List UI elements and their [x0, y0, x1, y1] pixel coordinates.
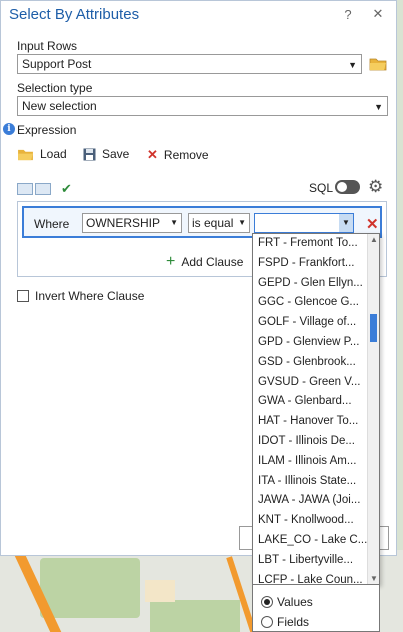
dropdown-item[interactable]: GSD - Glenbrook... — [253, 353, 367, 373]
load-label: Load — [40, 147, 67, 161]
invert-where-checkbox[interactable] — [17, 290, 29, 302]
folder-browse-icon[interactable] — [369, 57, 387, 71]
fields-radio[interactable] — [261, 616, 273, 628]
dropdown-item[interactable]: GGC - Glencoe G... — [253, 293, 367, 313]
scroll-down-icon[interactable]: ▼ — [370, 574, 378, 583]
dropdown-item[interactable]: ITA - Illinois State... — [253, 472, 367, 492]
dropdown-item[interactable]: LCFP - Lake Coun... — [253, 571, 367, 584]
selection-type-label: Selection type — [17, 81, 93, 95]
dropdown-item[interactable]: KNT - Knollwood... — [253, 511, 367, 531]
sql-label: SQL — [309, 181, 334, 195]
remove-x-icon: ✕ — [147, 147, 158, 162]
value-dropdown-list[interactable]: FRT - Fremont To... FSPD - Frankfort... GE… — [252, 233, 380, 585]
save-button[interactable]: Save — [83, 147, 129, 161]
load-button[interactable]: Load — [17, 147, 67, 161]
sql-toggle[interactable] — [335, 180, 360, 194]
values-radio[interactable] — [261, 596, 273, 608]
operator-select[interactable]: is equal ▼ — [188, 213, 250, 233]
operator-value: is equal — [192, 216, 234, 230]
scroll-thumb[interactable] — [370, 314, 377, 342]
field-value: OWNERSHIP — [86, 216, 161, 230]
input-rows-select[interactable]: Support Post ▼ — [17, 54, 362, 74]
chevron-down-icon: ▼ — [342, 218, 350, 227]
value-source-radio-group: Values Fields — [252, 585, 380, 632]
dialog-title: Select By Attributes — [9, 5, 140, 23]
input-rows-value: Support Post — [22, 57, 92, 71]
chevron-down-icon: ▼ — [374, 102, 383, 112]
dropdown-item[interactable]: HAT - Hanover To... — [253, 412, 367, 432]
dropdown-item[interactable]: JAWA - JAWA (Joi... — [253, 491, 367, 511]
invert-where-label: Invert Where Clause — [35, 289, 145, 303]
dropdown-item[interactable]: GEPD - Glen Ellyn... — [253, 274, 367, 294]
gear-icon[interactable]: ⚙ — [368, 177, 383, 197]
save-disk-icon — [83, 148, 96, 160]
dropdown-item[interactable]: GOLF - Village of... — [253, 313, 367, 333]
chevron-down-icon: ▼ — [238, 218, 246, 227]
input-rows-label: Input Rows — [17, 39, 78, 53]
chevron-down-icon: ▼ — [348, 60, 357, 70]
clause-mode-toolbar: ✔ — [17, 181, 72, 197]
close-button[interactable]: ✕ — [368, 6, 388, 22]
where-label: Where — [34, 217, 70, 231]
help-button[interactable]: ? — [338, 7, 358, 22]
plus-icon: + — [166, 253, 176, 270]
dropdown-item[interactable]: ILAM - Illinois Am... — [253, 452, 367, 472]
dropdown-item[interactable]: FRT - Fremont To... — [253, 234, 367, 254]
title-bar: Select By Attributes ? ✕ — [1, 1, 396, 27]
folder-open-icon — [18, 149, 33, 160]
dropdown-scrollbar[interactable]: ▲ ▼ — [367, 234, 379, 584]
dropdown-item[interactable]: GVSUD - Green V... — [253, 373, 367, 393]
selection-type-select[interactable]: New selection ▼ — [17, 96, 388, 116]
verify-check-icon[interactable]: ✔ — [61, 181, 72, 197]
dropdown-item[interactable]: LBT - Libertyville... — [253, 551, 367, 571]
info-icon[interactable]: i — [3, 123, 15, 135]
sql-mode-icon[interactable] — [35, 183, 51, 195]
dropdown-item[interactable]: LAKE_CO - Lake C... — [253, 531, 367, 551]
selection-type-value: New selection — [22, 99, 97, 113]
dropdown-item[interactable]: GWA - Glenbard... — [253, 392, 367, 412]
expression-label: Expression — [17, 123, 77, 137]
clause-mode-icon[interactable] — [17, 183, 33, 195]
dropdown-item[interactable]: IDOT - Illinois De... — [253, 432, 367, 452]
remove-button[interactable]: ✕ Remove — [147, 147, 209, 163]
field-select[interactable]: OWNERSHIP ▼ — [82, 213, 182, 233]
save-label: Save — [102, 147, 130, 161]
value-dropdown-button[interactable]: ▼ — [339, 214, 353, 232]
remove-clause-icon[interactable]: ✕ — [366, 215, 379, 233]
dropdown-item[interactable]: FSPD - Frankfort... — [253, 254, 367, 274]
values-radio-label: Values — [277, 595, 313, 609]
value-select[interactable]: ▼ — [254, 213, 354, 233]
chevron-down-icon: ▼ — [170, 218, 178, 227]
add-clause-button[interactable]: + Add Clause — [166, 253, 243, 271]
add-clause-label: Add Clause — [181, 255, 244, 269]
remove-label: Remove — [163, 148, 209, 162]
dropdown-item[interactable]: GPD - Glenview P... — [253, 333, 367, 353]
scroll-up-icon[interactable]: ▲ — [370, 235, 378, 244]
fields-radio-label: Fields — [277, 615, 310, 629]
